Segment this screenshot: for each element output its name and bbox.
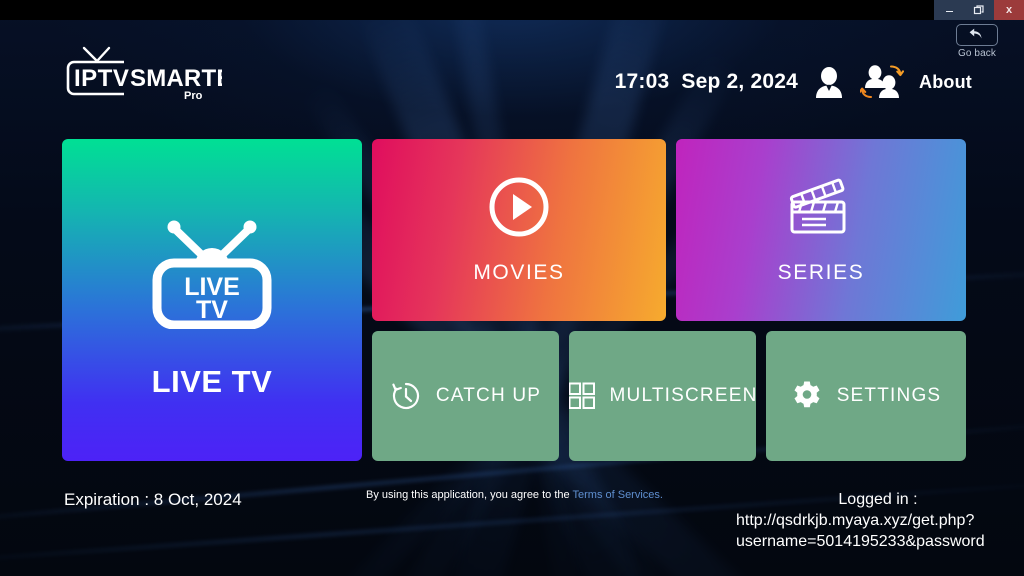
app-root: x Go back IPTV SMARTERS Pro 17:0 (0, 0, 1024, 576)
gear-icon (791, 380, 823, 412)
tile-live-tv-label: LIVE TV (151, 364, 273, 399)
tv-icon: LIVE TV (149, 217, 275, 334)
tile-settings-label: SETTINGS (836, 385, 942, 406)
terms-of-services-link[interactable]: Terms of Services. (573, 489, 663, 501)
go-back-button[interactable] (956, 24, 998, 46)
about-button[interactable]: About (919, 72, 972, 93)
tile-series-label: SERIES (777, 260, 865, 284)
back-arrow-icon (969, 28, 982, 39)
iptv-smarters-logo-icon: IPTV SMARTERS Pro (66, 46, 222, 102)
date-display: Sep 2, 2024 (681, 70, 799, 93)
tile-grid: LIVE TV LIVE TV MOVIES SERIES CATCH UP M… (62, 139, 966, 461)
clock-rewind-icon (390, 380, 422, 412)
app-logo: IPTV SMARTERS Pro (62, 44, 222, 102)
svg-text:IPTV: IPTV (74, 65, 129, 92)
tile-movies-label: MOVIES (473, 260, 565, 284)
tile-series[interactable]: SERIES (676, 139, 966, 321)
clock: 17:03 (614, 70, 670, 93)
minimize-icon (945, 10, 953, 12)
user-icon (816, 67, 843, 98)
window-controls: x (934, 0, 1024, 20)
tile-movies[interactable]: MOVIES (372, 139, 666, 321)
minimize-button[interactable] (934, 0, 964, 20)
clapperboard-icon (786, 176, 856, 243)
switch-user-button[interactable] (860, 64, 905, 100)
tile-multiscreen[interactable]: MULTISCREEN (569, 331, 756, 461)
tile-live-tv[interactable]: LIVE TV LIVE TV (62, 139, 362, 461)
go-back-control[interactable]: Go back (944, 24, 1010, 59)
play-circle-icon (488, 176, 550, 243)
header: IPTV SMARTERS Pro 17:03 Sep 2, 2024 (0, 20, 1024, 132)
tile-catch-up-label: CATCH UP (435, 385, 542, 406)
switch-user-icon (860, 65, 905, 99)
close-button[interactable]: x (994, 0, 1024, 20)
svg-text:Pro: Pro (184, 90, 203, 102)
header-right-group: 17:03 Sep 2, 2024 About (615, 64, 972, 100)
tile-multiscreen-label: MULTISCREEN (609, 385, 756, 406)
restore-icon (973, 5, 984, 15)
light-streak (0, 477, 1024, 566)
tile-settings[interactable]: SETTINGS (766, 331, 966, 461)
restore-button[interactable] (964, 0, 994, 20)
grid-icon (569, 382, 596, 410)
tv-icon-text-tv: TV (196, 296, 228, 324)
go-back-label: Go back (958, 48, 996, 59)
title-bar: x (0, 0, 1024, 20)
svg-text:SMARTERS: SMARTERS (130, 65, 222, 92)
user-profile-button[interactable] (813, 65, 845, 99)
tile-catch-up[interactable]: CATCH UP (372, 331, 559, 461)
